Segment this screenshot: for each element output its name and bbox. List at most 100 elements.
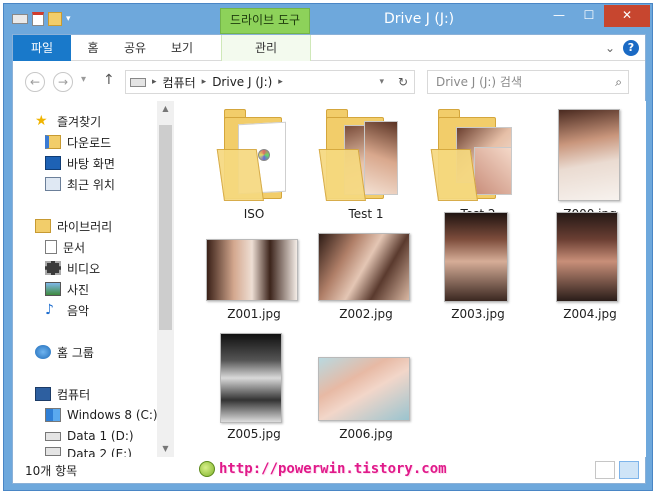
status-bar: 10개 항목 http://powerwin.tistory.com [13, 457, 645, 483]
sidebar-item-computer[interactable]: 컴퓨터 [35, 384, 90, 404]
drive-icon[interactable] [12, 14, 28, 24]
file-item-z000[interactable]: Z000.jpg [540, 101, 640, 221]
file-name: Z002.jpg [339, 307, 393, 321]
sidebar-item-label: 문서 [63, 240, 86, 255]
drive-icon [130, 77, 146, 87]
file-item-z006[interactable]: Z006.jpg [316, 337, 416, 457]
sidebar-item-label: 라이브러리 [57, 219, 113, 234]
image-thumbnail [444, 212, 508, 302]
drive-icon [45, 447, 61, 456]
new-folder-icon[interactable] [48, 12, 62, 26]
sidebar-item-label: 즐겨찾기 [57, 114, 102, 129]
sidebar-item-label: Data 2 (E:) [67, 447, 132, 457]
refresh-button[interactable]: ↻ [398, 75, 408, 89]
search-box[interactable]: Drive J (J:) 검색 ⌕ [427, 70, 629, 94]
file-item-iso[interactable]: ISO [204, 101, 304, 221]
breadcrumb-sep: ▸ [278, 77, 283, 87]
sidebar-item-drive-d[interactable]: Data 1 (D:) [45, 426, 134, 446]
folder-icon [216, 109, 290, 205]
scrollbar-thumb[interactable] [159, 125, 172, 330]
sidebar-item-homegroup[interactable]: 홈 그룹 [35, 342, 94, 362]
help-icon[interactable]: ? [623, 40, 639, 56]
view-toggle [595, 461, 639, 479]
minimize-button[interactable]: — [544, 5, 574, 27]
image-thumbnail [318, 233, 410, 301]
navigation-bar: ← → ▾ ↑ ▸ 컴퓨터 ▸ Drive J (J:) ▸ ▾ ↻ Drive… [13, 62, 645, 100]
sidebar-item-pictures[interactable]: 사진 [45, 279, 89, 299]
expand-ribbon-icon[interactable]: ⌄ [605, 41, 615, 55]
nav-pane-scrollbar[interactable]: ▲ ▼ [157, 101, 174, 457]
sidebar-item-label: Windows 8 (C:) [67, 408, 158, 422]
sidebar-item-label: 다운로드 [67, 135, 112, 150]
sidebar-item-drive-e[interactable]: Data 2 (E:) [45, 447, 132, 457]
back-button[interactable]: ← [25, 72, 45, 92]
sidebar-item-documents[interactable]: 문서 [45, 237, 85, 257]
library-icon [35, 219, 51, 233]
image-thumbnail [318, 357, 410, 421]
tab-manage[interactable]: 관리 [221, 35, 311, 61]
ribbon-tabs: 파일 홈 공유 보기 관리 ⌄ ? [13, 35, 645, 61]
file-name: Z006.jpg [339, 427, 393, 441]
tab-file[interactable]: 파일 [13, 35, 71, 61]
disc-icon [258, 149, 270, 161]
file-item-z001[interactable]: Z001.jpg [204, 219, 304, 339]
recent-places-icon [45, 177, 61, 191]
sidebar-item-label: Data 1 (D:) [67, 429, 134, 443]
download-folder-icon [45, 135, 61, 149]
tab-view[interactable]: 보기 [159, 35, 205, 61]
document-icon [45, 240, 57, 254]
file-name: Z003.jpg [451, 307, 505, 321]
sidebar-item-videos[interactable]: 비디오 [45, 258, 100, 278]
sidebar-item-downloads[interactable]: 다운로드 [45, 132, 111, 152]
folder-icon [318, 109, 406, 205]
file-item-z003[interactable]: Z003.jpg [428, 212, 528, 339]
image-thumbnail [206, 239, 298, 301]
large-icons-view-button[interactable] [619, 461, 639, 479]
file-item-z002[interactable]: Z002.jpg [316, 219, 416, 339]
file-item-test2[interactable]: Test 2 [428, 101, 528, 221]
sidebar-item-libraries[interactable]: 라이브러리 [35, 216, 112, 236]
breadcrumb-computer[interactable]: 컴퓨터 [163, 74, 196, 91]
search-input[interactable]: Drive J (J:) 검색 [436, 75, 522, 89]
close-button[interactable]: ✕ [604, 5, 650, 27]
file-name: Z005.jpg [227, 427, 281, 441]
window-title: Drive J (J:) [384, 11, 455, 27]
tab-home[interactable]: 홈 [75, 35, 111, 61]
file-name: Z001.jpg [227, 307, 281, 321]
up-button[interactable]: ↑ [103, 72, 115, 88]
explorer-window: ▾ 드라이브 도구 Drive J (J:) — ☐ ✕ 파일 홈 공유 보기 … [3, 3, 653, 491]
breadcrumb-sep: ▸ [201, 77, 207, 87]
address-bar[interactable]: ▸ 컴퓨터 ▸ Drive J (J:) ▸ ▾ ↻ [125, 70, 415, 94]
ribbon-right-controls: ⌄ ? [605, 40, 639, 56]
sidebar-item-recent[interactable]: 최근 위치 [45, 174, 115, 194]
breadcrumb-drive-j[interactable]: Drive J (J:) [212, 75, 272, 89]
customize-qat-icon[interactable]: ▾ [66, 14, 71, 24]
scroll-down-icon[interactable]: ▼ [157, 441, 174, 457]
file-item-test1[interactable]: Test 1 [316, 101, 416, 221]
window-body: 파일 홈 공유 보기 관리 ⌄ ? ← → ▾ ↑ ▸ 컴퓨터 ▸ Drive … [12, 34, 646, 484]
sidebar-item-drive-c[interactable]: Windows 8 (C:) [45, 405, 158, 425]
address-dropdown-icon[interactable]: ▾ [379, 77, 384, 87]
file-item-z004[interactable]: Z004.jpg [540, 212, 640, 339]
sidebar-item-label: 바탕 화면 [67, 156, 115, 171]
drive-tools-contextual-tab: 드라이브 도구 [220, 8, 310, 34]
maximize-button[interactable]: ☐ [574, 5, 604, 27]
sidebar-item-label: 홈 그룹 [57, 345, 94, 360]
scroll-up-icon[interactable]: ▲ [157, 101, 174, 117]
computer-icon [35, 387, 51, 401]
sidebar-item-desktop[interactable]: 바탕 화면 [45, 153, 115, 173]
sidebar-item-music[interactable]: ♪ 음악 [45, 300, 89, 320]
navigation-pane: ★ 즐겨찾기 다운로드 바탕 화면 최근 위치 라이브러리 문서 비디오 사진 … [13, 101, 175, 457]
forward-button[interactable]: → [53, 72, 73, 92]
desktop-icon [45, 156, 61, 170]
breadcrumb-sep: ▸ [152, 77, 157, 87]
properties-icon[interactable] [32, 12, 44, 26]
title-bar: ▾ 드라이브 도구 Drive J (J:) — ☐ ✕ [4, 4, 652, 34]
sidebar-item-label: 음악 [67, 303, 90, 318]
tab-share[interactable]: 공유 [113, 35, 157, 61]
file-item-z005[interactable]: Z005.jpg [204, 333, 304, 457]
details-view-button[interactable] [595, 461, 615, 479]
sidebar-item-favorites[interactable]: ★ 즐겨찾기 [35, 111, 101, 131]
recent-locations-button[interactable]: ▾ [81, 74, 86, 85]
pictures-icon [45, 282, 61, 296]
